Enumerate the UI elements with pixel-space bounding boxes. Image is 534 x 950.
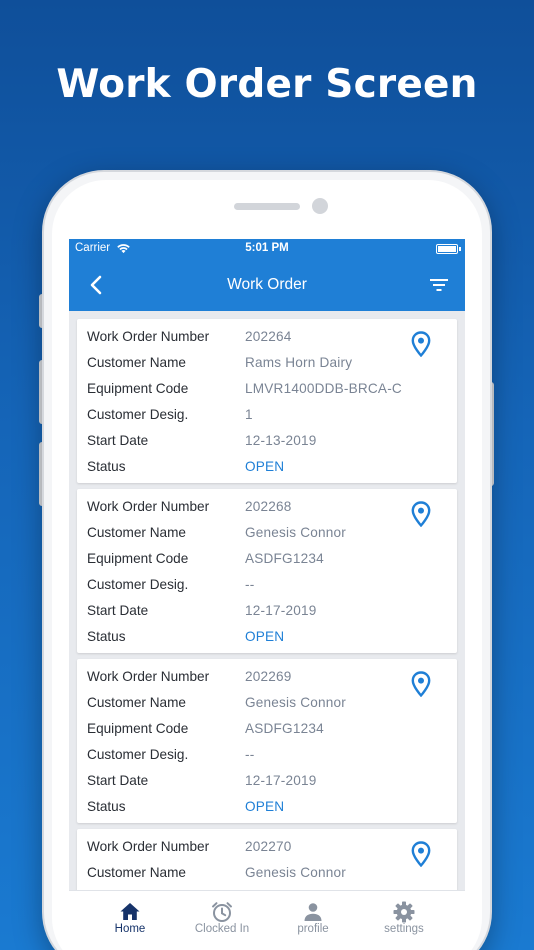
gear-icon xyxy=(393,901,415,923)
customer-name-value: Genesis Connor xyxy=(245,525,347,540)
start-date-label: Start Date xyxy=(87,433,149,448)
phone-camera xyxy=(312,198,328,214)
home-icon xyxy=(120,903,140,920)
customer-name-label: Customer Name xyxy=(87,355,186,370)
tab-label: Home xyxy=(114,923,146,935)
equipment-code-label: Equipment Code xyxy=(87,551,189,566)
tab-profile[interactable]: profile xyxy=(267,891,359,950)
status-label: Status xyxy=(87,459,126,474)
page-title: Work Order xyxy=(227,276,307,293)
work-order-card[interactable]: Work Order Number 202268 Customer Name Gen… xyxy=(77,489,457,653)
start-date-value: 12-13-2019 xyxy=(245,433,317,448)
equipment-code-value: ASDFG1234 xyxy=(245,551,324,566)
work-order-card[interactable]: Work Order Number 202264 Customer Name Ram… xyxy=(77,319,457,483)
work-order-list: Work Order Number 202264 Customer Name Ram… xyxy=(69,311,465,890)
equipment-code-label: Equipment Code xyxy=(87,721,189,736)
work-order-number-label: Work Order Number xyxy=(87,499,210,514)
status-label: Status xyxy=(87,799,126,814)
location-pin-icon[interactable] xyxy=(411,671,431,697)
customer-desig-value: -- xyxy=(245,577,255,592)
nav-bar: Work Order xyxy=(69,259,465,311)
tab-label: settings xyxy=(384,923,424,935)
tab-label: profile xyxy=(297,923,329,935)
work-order-number-value: 202269 xyxy=(245,669,292,684)
status-value: OPEN xyxy=(245,629,285,644)
customer-desig-label: Customer Desig. xyxy=(87,747,189,762)
start-date-label: Start Date xyxy=(87,773,149,788)
alarm-clock-icon xyxy=(212,902,232,922)
customer-name-label: Customer Name xyxy=(87,865,186,880)
bottom-tab-bar: Home Clocked In profile settings xyxy=(69,890,465,950)
work-order-number-value: 202270 xyxy=(245,839,292,854)
customer-desig-label: Customer Desig. xyxy=(87,407,189,422)
work-order-number-label: Work Order Number xyxy=(87,329,210,344)
start-date-value: 12-17-2019 xyxy=(245,773,317,788)
battery-icon xyxy=(436,244,461,254)
work-order-number-label: Work Order Number xyxy=(87,669,210,684)
status-bar: Carrier 5:01 PM xyxy=(69,239,465,259)
phone-speaker xyxy=(234,203,300,210)
tab-label: Clocked In xyxy=(194,923,250,935)
promo-title: Work Order Screen xyxy=(56,62,478,107)
work-order-number-value: 202268 xyxy=(245,499,292,514)
tab-clocked-in[interactable]: Clocked In xyxy=(176,891,268,950)
customer-name-label: Customer Name xyxy=(87,525,186,540)
customer-desig-label: Customer Desig. xyxy=(87,577,189,592)
customer-name-value: Genesis Connor xyxy=(245,865,347,880)
equipment-code-value: ASDFG1234 xyxy=(245,721,324,736)
person-icon xyxy=(304,903,322,921)
location-pin-icon[interactable] xyxy=(411,841,431,867)
customer-name-value: Genesis Connor xyxy=(245,695,347,710)
customer-desig-value: -- xyxy=(245,747,255,762)
work-order-card[interactable]: Work Order Number 202270 Customer Name Gen… xyxy=(77,829,457,890)
status-value: OPEN xyxy=(245,799,285,814)
status-value: OPEN xyxy=(245,459,285,474)
location-pin-icon[interactable] xyxy=(411,501,431,527)
app-screen: Carrier 5:01 PM Work Order Work Order Nu… xyxy=(69,239,465,950)
tab-settings[interactable]: settings xyxy=(358,891,450,950)
filter-icon[interactable] xyxy=(429,275,449,295)
work-order-card[interactable]: Work Order Number 202269 Customer Name Gen… xyxy=(77,659,457,823)
clock-time: 5:01 PM xyxy=(245,242,289,254)
work-order-number-value: 202264 xyxy=(245,329,292,344)
equipment-code-label: Equipment Code xyxy=(87,381,189,396)
tab-home[interactable]: Home xyxy=(84,891,176,950)
start-date-label: Start Date xyxy=(87,603,149,618)
location-pin-icon[interactable] xyxy=(411,331,431,357)
status-label: Status xyxy=(87,629,126,644)
customer-name-value: Rams Horn Dairy xyxy=(245,355,353,370)
customer-desig-value: 1 xyxy=(245,407,253,422)
work-order-number-label: Work Order Number xyxy=(87,839,210,854)
customer-name-label: Customer Name xyxy=(87,695,186,710)
start-date-value: 12-17-2019 xyxy=(245,603,317,618)
equipment-code-value: LMVR1400DDB-BRCA-C xyxy=(245,381,402,396)
